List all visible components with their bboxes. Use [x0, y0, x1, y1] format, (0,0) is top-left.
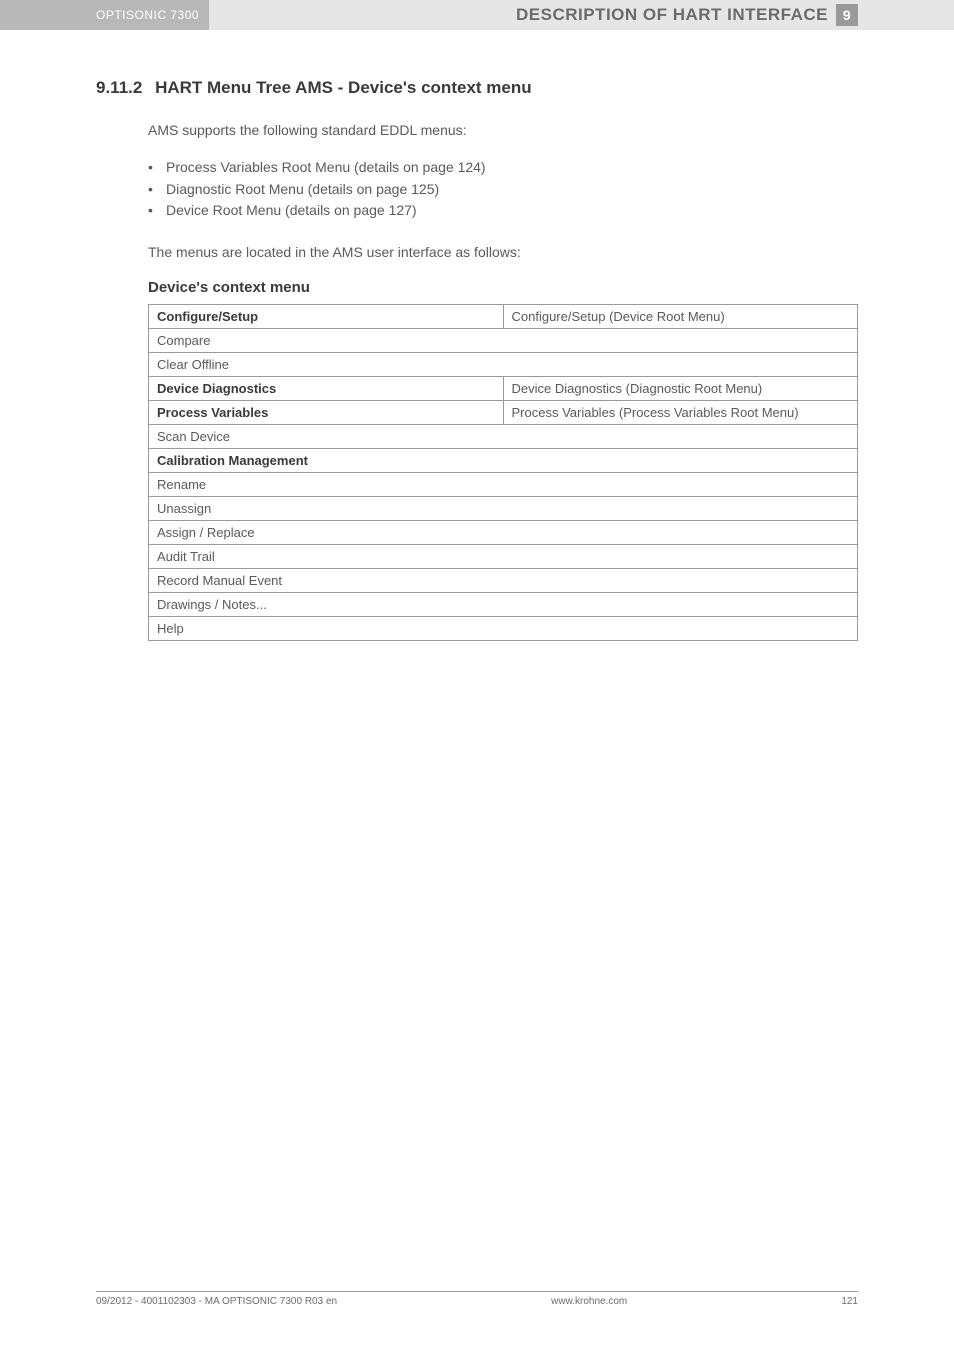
intro-paragraph: AMS supports the following standard EDDL… [148, 120, 858, 141]
page-footer: 09/2012 - 4001102303 - MA OPTISONIC 7300… [96, 1291, 858, 1307]
table-row: Clear Offline [149, 353, 858, 377]
table-cell: Clear Offline [149, 353, 858, 377]
table-row: Assign / Replace [149, 521, 858, 545]
followup-paragraph: The menus are located in the AMS user in… [148, 242, 858, 263]
table-cell: Device Diagnostics [149, 377, 504, 401]
table-cell: Audit Trail [149, 545, 858, 569]
table-cell: Device Diagnostics (Diagnostic Root Menu… [503, 377, 858, 401]
page-content: 9.11.2 HART Menu Tree AMS - Device's con… [0, 78, 954, 641]
table-row: Drawings / Notes... [149, 593, 858, 617]
table-row: Configure/SetupConfigure/Setup (Device R… [149, 305, 858, 329]
table-cell: Record Manual Event [149, 569, 858, 593]
chapter-title: DESCRIPTION OF HART INTERFACE [516, 5, 828, 25]
list-item: Diagnostic Root Menu (details on page 12… [148, 179, 858, 201]
table-row: Unassign [149, 497, 858, 521]
section-title: HART Menu Tree AMS - Device's context me… [155, 78, 532, 97]
context-menu-table: Configure/SetupConfigure/Setup (Device R… [148, 304, 858, 641]
table-cell: Calibration Management [149, 449, 858, 473]
table-cell: Help [149, 617, 858, 641]
table-cell: Unassign [149, 497, 858, 521]
list-item: Process Variables Root Menu (details on … [148, 157, 858, 179]
table-row: Record Manual Event [149, 569, 858, 593]
table-row: Scan Device [149, 425, 858, 449]
table-cell: Assign / Replace [149, 521, 858, 545]
chapter-title-bar: DESCRIPTION OF HART INTERFACE 9 [209, 0, 954, 30]
product-label: OPTISONIC 7300 [0, 0, 209, 30]
table-cell: Configure/Setup [149, 305, 504, 329]
table-row: Compare [149, 329, 858, 353]
table-cell: Rename [149, 473, 858, 497]
section-heading: 9.11.2 HART Menu Tree AMS - Device's con… [96, 78, 858, 98]
chapter-number-badge: 9 [836, 4, 858, 26]
table-row: Audit Trail [149, 545, 858, 569]
page-header: OPTISONIC 7300 DESCRIPTION OF HART INTER… [0, 0, 954, 30]
menu-bullet-list: Process Variables Root Menu (details on … [148, 157, 858, 222]
footer-left: 09/2012 - 4001102303 - MA OPTISONIC 7300… [96, 1296, 337, 1307]
table-row: Rename [149, 473, 858, 497]
table-cell: Configure/Setup (Device Root Menu) [503, 305, 858, 329]
table-heading: Device's context menu [148, 279, 858, 296]
list-item: Device Root Menu (details on page 127) [148, 200, 858, 222]
footer-center: www.krohne.com [551, 1296, 627, 1307]
table-row: Process VariablesProcess Variables (Proc… [149, 401, 858, 425]
table-row: Calibration Management [149, 449, 858, 473]
section-number: 9.11.2 [96, 78, 142, 98]
footer-right: 121 [841, 1296, 858, 1307]
table-cell: Process Variables (Process Variables Roo… [503, 401, 858, 425]
table-cell: Process Variables [149, 401, 504, 425]
table-cell: Scan Device [149, 425, 858, 449]
table-row: Help [149, 617, 858, 641]
table-row: Device DiagnosticsDevice Diagnostics (Di… [149, 377, 858, 401]
table-cell: Drawings / Notes... [149, 593, 858, 617]
table-cell: Compare [149, 329, 858, 353]
